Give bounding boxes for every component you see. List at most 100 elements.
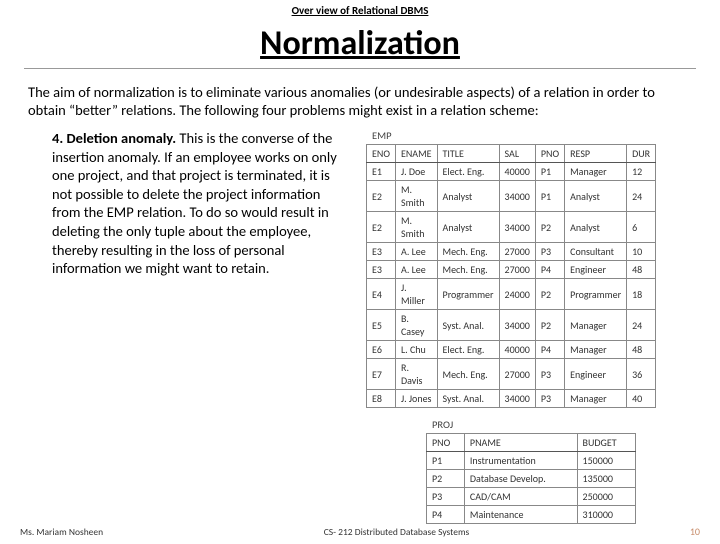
cell: 40000 [499, 341, 535, 359]
cell: E7 [367, 359, 396, 390]
cell: P2 [535, 310, 564, 341]
cell: E6 [367, 341, 396, 359]
cell: Programmer [437, 279, 499, 310]
footer-course: CS- 212 Distributed Database Systems [324, 526, 470, 538]
cell: Engineer [565, 261, 627, 279]
table-row: P2Database Develop.135000 [427, 470, 636, 488]
table-row: E3A. LeeMech. Eng.27000P3Consultant10 [367, 243, 656, 261]
cell: P2 [535, 212, 564, 243]
cell: Database Develop. [464, 470, 577, 488]
footer: Ms. Mariam Nosheen CS- 212 Distributed D… [0, 525, 720, 538]
cell: E4 [367, 279, 396, 310]
table-row: E2M. SmithAnalyst34000P2Analyst6 [367, 212, 656, 243]
slide-title: Normalization [24, 23, 696, 64]
cell: 24 [627, 181, 656, 212]
cell: P1 [427, 452, 465, 470]
proj-th: PNO [427, 434, 465, 452]
cell: 48 [627, 341, 656, 359]
cell: 6 [627, 212, 656, 243]
footer-page: 10 [690, 525, 700, 538]
cell: J. Doe [395, 163, 437, 181]
proj-th: BUDGET [577, 434, 635, 452]
emp-th: RESP [565, 145, 627, 163]
cell: P2 [427, 470, 465, 488]
cell: Manager [565, 163, 627, 181]
tables-column: EMP ENO ENAME TITLE SAL PNO RESP DUR E1J… [366, 129, 692, 524]
cell: P4 [535, 261, 564, 279]
table-row: E2M. SmithAnalyst34000P1Analyst24 [367, 181, 656, 212]
cell: Analyst [565, 181, 627, 212]
emp-table: ENO ENAME TITLE SAL PNO RESP DUR E1J. Do… [366, 144, 656, 408]
paragraph-text: This is the converse of the insertion an… [52, 129, 337, 277]
cell: 135000 [577, 470, 635, 488]
cell: 40000 [499, 163, 535, 181]
cell: 12 [627, 163, 656, 181]
cell: Manager [565, 310, 627, 341]
table-row: E6L. ChuElect. Eng.40000P4Manager48 [367, 341, 656, 359]
cell: B. Casey [395, 310, 437, 341]
proj-header-row: PNO PNAME BUDGET [427, 434, 636, 452]
cell: 27000 [499, 359, 535, 390]
cell: P3 [535, 359, 564, 390]
paragraph-lead: 4. Deletion anomaly. [52, 129, 176, 147]
body-row: 4. Deletion anomaly. This is the convers… [28, 129, 692, 524]
cell: P3 [535, 390, 564, 408]
emp-th: DUR [627, 145, 656, 163]
slide: { "header": { "overline": "Over view of … [0, 4, 720, 544]
proj-table: PNO PNAME BUDGET P1Instrumentation150000… [426, 433, 636, 524]
cell: 24 [627, 310, 656, 341]
cell: M. Smith [395, 212, 437, 243]
cell: A. Lee [395, 261, 437, 279]
cell: E5 [367, 310, 396, 341]
emp-table-wrap: EMP ENO ENAME TITLE SAL PNO RESP DUR E1J… [366, 129, 692, 408]
cell: Elect. Eng. [437, 163, 499, 181]
cell: L. Chu [395, 341, 437, 359]
cell: 250000 [577, 488, 635, 506]
table-row: P3CAD/CAM250000 [427, 488, 636, 506]
proj-th: PNAME [464, 434, 577, 452]
cell: P1 [535, 181, 564, 212]
cell: Manager [565, 341, 627, 359]
cell: Programmer [565, 279, 627, 310]
proj-label: PROJ [432, 418, 692, 431]
emp-th: ENO [367, 145, 396, 163]
cell: Maintenance [464, 506, 577, 524]
emp-label: EMP [372, 129, 692, 142]
cell: CAD/CAM [464, 488, 577, 506]
cell: P4 [427, 506, 465, 524]
proj-tbody: P1Instrumentation150000P2Database Develo… [427, 452, 636, 524]
cell: 10 [627, 243, 656, 261]
cell: 310000 [577, 506, 635, 524]
cell: 36 [627, 359, 656, 390]
table-row: E7R. DavisMech. Eng.27000P3Engineer36 [367, 359, 656, 390]
cell: Instrumentation [464, 452, 577, 470]
cell: E2 [367, 212, 396, 243]
cell: J. Jones [395, 390, 437, 408]
cell: 24000 [499, 279, 535, 310]
cell: E3 [367, 243, 396, 261]
cell: Manager [565, 390, 627, 408]
cell: 48 [627, 261, 656, 279]
table-row: E5B. CaseySyst. Anal.34000P2Manager24 [367, 310, 656, 341]
cell: Consultant [565, 243, 627, 261]
cell: E8 [367, 390, 396, 408]
cell: P3 [427, 488, 465, 506]
cell: P3 [535, 243, 564, 261]
title-container: Normalization [24, 23, 696, 69]
table-row: P4Maintenance310000 [427, 506, 636, 524]
cell: 34000 [499, 181, 535, 212]
emp-header-row: ENO ENAME TITLE SAL PNO RESP DUR [367, 145, 656, 163]
cell: 40 [627, 390, 656, 408]
anomaly-paragraph: 4. Deletion anomaly. This is the convers… [52, 129, 352, 524]
cell: Engineer [565, 359, 627, 390]
footer-author: Ms. Mariam Nosheen [20, 526, 103, 538]
cell: E1 [367, 163, 396, 181]
cell: 150000 [577, 452, 635, 470]
cell: E3 [367, 261, 396, 279]
cell: Mech. Eng. [437, 243, 499, 261]
cell: P4 [535, 341, 564, 359]
emp-th: TITLE [437, 145, 499, 163]
table-row: E1J. DoeElect. Eng.40000P1Manager12 [367, 163, 656, 181]
cell: M. Smith [395, 181, 437, 212]
header-overline: Over view of Relational DBMS [0, 4, 720, 17]
